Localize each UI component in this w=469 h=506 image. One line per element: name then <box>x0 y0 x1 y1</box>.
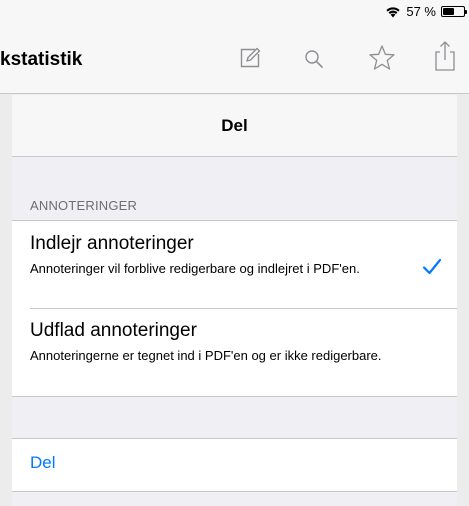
divider <box>12 491 457 492</box>
checkmark-icon <box>422 258 442 275</box>
battery-level <box>443 7 455 15</box>
sheet-header: Del <box>12 95 457 157</box>
search-icon[interactable] <box>304 49 324 69</box>
navigation-bar: kstatistik <box>0 22 469 94</box>
option-title: Indlejr annoteringer <box>30 233 194 254</box>
battery-percentage: 57 % <box>406 3 436 19</box>
share-icon[interactable] <box>432 40 458 72</box>
edit-icon[interactable] <box>238 46 262 70</box>
battery-cap <box>465 9 467 14</box>
wifi-icon <box>386 6 400 17</box>
share-sheet: Del ANNOTERINGER Indlejr annoteringer An… <box>12 95 457 506</box>
option-description: Annoteringerne er tegnet ind i PDF'en og… <box>30 348 382 363</box>
sheet-title: Del <box>221 116 248 135</box>
option-description: Annoteringer vil forblive redigerbare og… <box>30 261 360 276</box>
divider <box>12 396 457 397</box>
option-flatten-annotations[interactable]: Udflad annoteringer Annoteringerne er te… <box>12 309 457 396</box>
status-indicators: 57 % <box>385 3 467 19</box>
share-action-row[interactable]: Del <box>12 439 457 491</box>
status-bar: 57 % <box>0 0 469 22</box>
battery-icon <box>441 5 467 17</box>
option-title: Udflad annoteringer <box>30 320 197 341</box>
document-title: kstatistik <box>0 49 83 70</box>
option-embed-annotations[interactable]: Indlejr annoteringer Annoteringer vil fo… <box>12 221 457 309</box>
share-button[interactable]: Del <box>30 453 56 473</box>
star-icon[interactable] <box>368 44 396 72</box>
section-header: ANNOTERINGER <box>30 198 138 213</box>
